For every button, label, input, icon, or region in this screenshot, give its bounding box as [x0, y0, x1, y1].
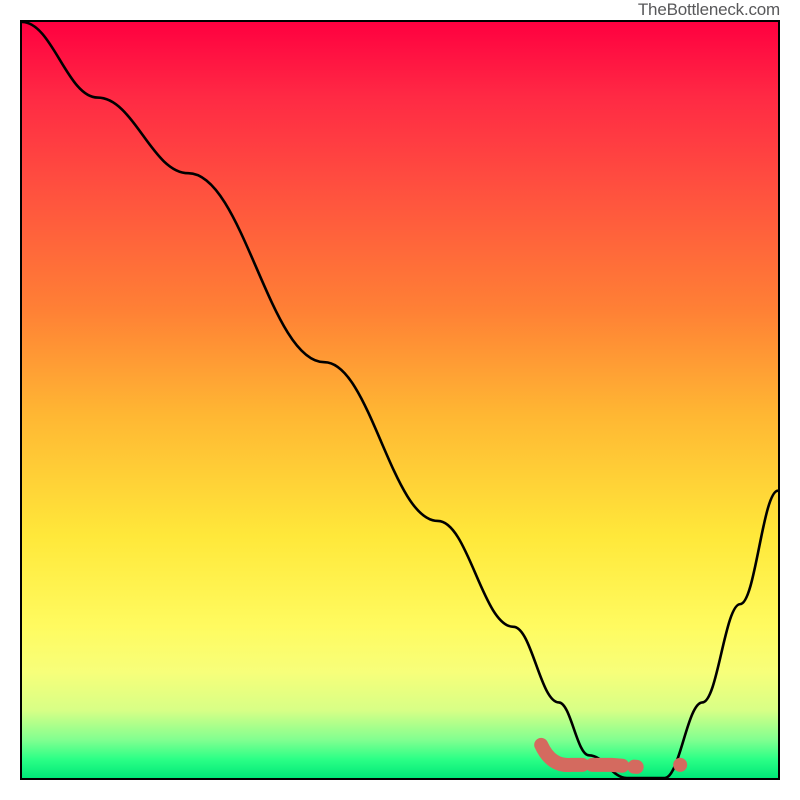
- chart-svg: [22, 22, 778, 778]
- chart-frame: [20, 20, 780, 780]
- bottleneck-curve-path: [22, 22, 778, 778]
- watermark-label: TheBottleneck.com: [638, 0, 780, 20]
- optimal-marker-dot: [673, 758, 687, 772]
